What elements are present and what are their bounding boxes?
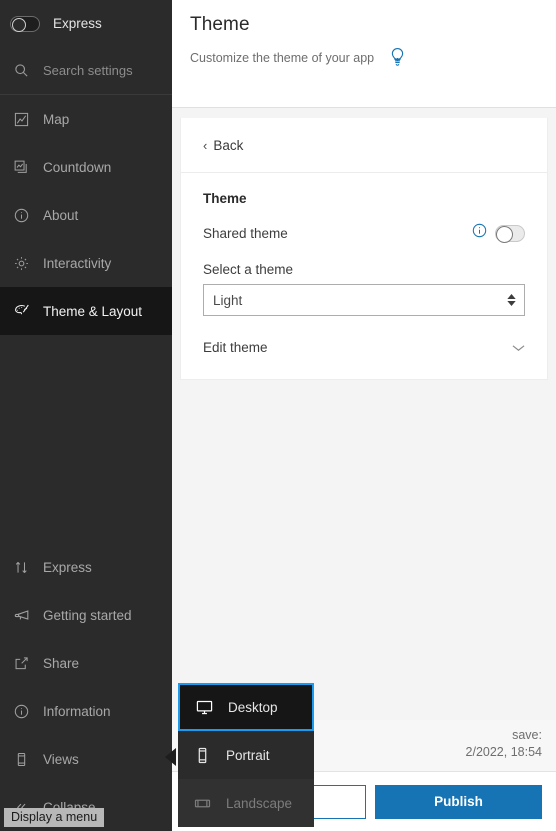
menu-item-desktop[interactable]: Desktop (178, 683, 314, 731)
sidebar-item-views[interactable]: Views (0, 735, 172, 783)
express-toggle-row[interactable]: Express (0, 0, 172, 47)
lightbulb-icon[interactable] (388, 47, 407, 68)
page-title: Theme (190, 14, 250, 35)
theme-panel: ‹ Back Theme Shared theme Select a theme (180, 118, 548, 380)
theme-panel-body: Theme Shared theme Select a theme Light (181, 173, 547, 379)
palette-icon (14, 303, 36, 319)
popup-arrow (165, 748, 176, 766)
left-sidebar: Express Search settings Map Countdown Ab… (0, 0, 172, 831)
sidebar-item-express[interactable]: Express (0, 543, 172, 591)
sidebar-item-about[interactable]: About (0, 191, 172, 239)
sidebar-item-theme-layout[interactable]: Theme & Layout (0, 287, 172, 335)
sidebar-item-countdown[interactable]: Countdown (0, 143, 172, 191)
sidebar-item-label: Information (43, 703, 111, 719)
phone-portrait-icon (194, 747, 218, 764)
page-header: Theme Customize the theme of your app (172, 0, 556, 108)
sidebar-item-map[interactable]: Map (0, 95, 172, 143)
sidebar-item-label: Views (43, 751, 79, 767)
phone-icon (14, 752, 36, 767)
sidebar-item-label: Share (43, 655, 80, 671)
page-subtitle: Customize the theme of your app (190, 50, 375, 65)
menu-item-label: Landscape (226, 795, 293, 811)
menu-item-portrait[interactable]: Portrait (178, 731, 314, 779)
search-settings-placeholder: Search settings (43, 63, 133, 78)
chevron-down-icon (512, 340, 525, 355)
info-circle-icon[interactable] (472, 223, 487, 243)
phone-landscape-icon (194, 795, 218, 812)
menu-item-label: Portrait (226, 747, 270, 763)
sidebar-item-label: Map (43, 111, 70, 127)
info-circle-icon (14, 704, 36, 719)
sidebar-item-label: Theme & Layout (43, 303, 143, 319)
countdown-icon (14, 160, 36, 175)
sidebar-item-label: Interactivity (43, 255, 112, 271)
edit-theme-label: Edit theme (203, 340, 268, 355)
sidebar-item-label: Express (43, 559, 92, 575)
chevron-left-icon: ‹ (203, 137, 208, 153)
shared-theme-label: Shared theme (203, 225, 288, 241)
sidebar-item-getting-started[interactable]: Getting started (0, 591, 172, 639)
sidebar-item-label: Getting started (43, 607, 132, 623)
select-theme-label: Select a theme (203, 262, 294, 277)
sidebar-main-list: Map Countdown About Interactivity Theme … (0, 95, 172, 335)
share-icon (14, 656, 36, 671)
express-toggle-switch[interactable] (10, 15, 40, 32)
publish-button[interactable]: Publish (375, 784, 542, 819)
menu-item-landscape[interactable]: Landscape (178, 779, 314, 827)
shared-theme-controls (472, 223, 525, 243)
sidebar-item-information[interactable]: Information (0, 687, 172, 735)
sidebar-item-label: Countdown (43, 159, 112, 175)
back-button-label: Back (213, 137, 244, 153)
search-icon (14, 63, 36, 78)
search-settings-input[interactable]: Search settings (0, 47, 172, 95)
tooltip-display-a-menu: Display a menu (4, 808, 105, 827)
shared-theme-row: Shared theme (203, 223, 525, 243)
sidebar-bottom-list: Express Getting started Share Informatio… (0, 543, 172, 831)
sidebar-item-share[interactable]: Share (0, 639, 172, 687)
sidebar-item-interactivity[interactable]: Interactivity (0, 239, 172, 287)
edit-theme-row[interactable]: Edit theme (203, 340, 525, 355)
map-icon (14, 112, 36, 127)
spinner-arrows-icon (507, 294, 516, 306)
info-circle-icon (14, 208, 36, 223)
theme-select[interactable]: Light (203, 284, 525, 316)
gear-icon (14, 256, 36, 271)
theme-select-value: Light (213, 292, 243, 308)
back-button[interactable]: ‹ Back (181, 118, 547, 173)
megaphone-icon (14, 607, 36, 623)
section-title: Theme (203, 191, 247, 206)
express-toggle-label: Express (53, 16, 102, 31)
shared-theme-toggle[interactable] (495, 224, 525, 243)
menu-item-label: Desktop (228, 699, 278, 715)
view-mode-menu: Desktop Portrait Landscape (178, 683, 314, 827)
page-subtitle-row: Customize the theme of your app (190, 47, 538, 68)
monitor-icon (196, 699, 220, 716)
arrows-updown-icon (14, 560, 36, 575)
sidebar-item-label: About (43, 207, 79, 223)
